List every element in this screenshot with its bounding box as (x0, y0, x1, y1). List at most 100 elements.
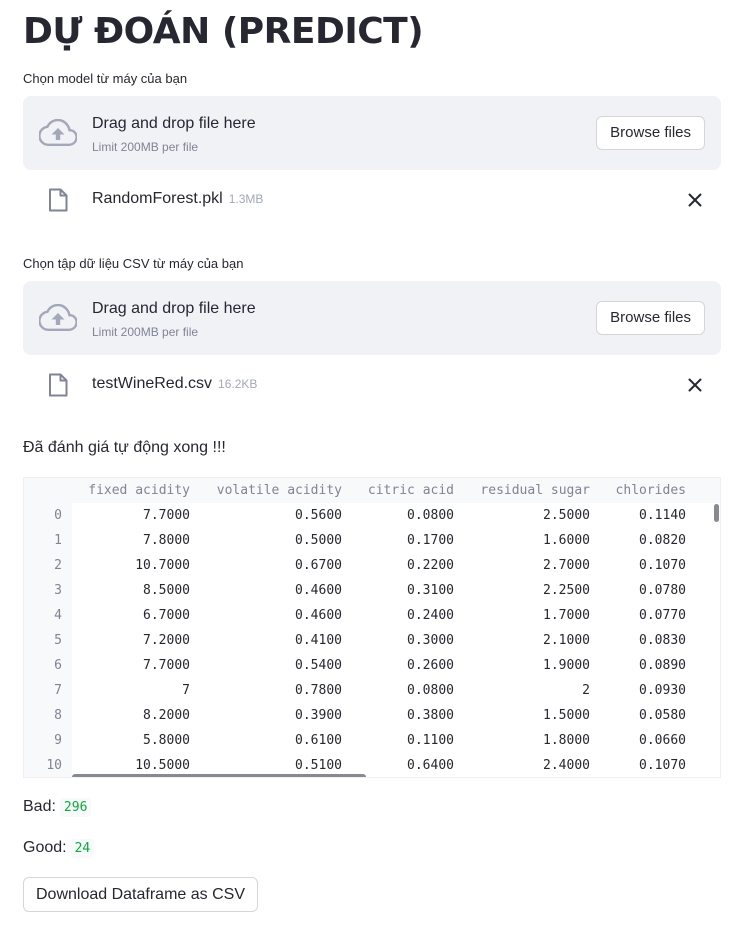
table-cell[interactable]: 0.0780 (639, 583, 686, 598)
bad-result: Bad: 296 (23, 798, 92, 817)
table-cell[interactable]: 1.6000 (543, 533, 590, 548)
table-cell[interactable]: 2.4000 (543, 758, 590, 773)
table-cell[interactable]: 0.0890 (639, 658, 686, 673)
vertical-scrollbar[interactable] (714, 504, 719, 522)
table-cell[interactable]: 0.0830 (639, 633, 686, 648)
good-result: Good: 24 (23, 839, 95, 858)
table-cell[interactable]: 10.7000 (135, 558, 190, 573)
table-index-column (24, 478, 72, 777)
table-cell[interactable]: 0.4600 (295, 608, 342, 623)
table-cell[interactable]: 0.1070 (639, 558, 686, 573)
table-cell[interactable]: 1.7000 (543, 608, 590, 623)
table-cell[interactable]: 5.8000 (143, 733, 190, 748)
table-cell[interactable]: 0.0930 (639, 683, 686, 698)
row-index: 10 (46, 758, 62, 773)
table-cell[interactable]: 0.6700 (295, 558, 342, 573)
dropzone-limit: Limit 200MB per file (92, 140, 199, 154)
close-icon[interactable] (688, 193, 702, 207)
table-cell[interactable]: 1.5000 (543, 708, 590, 723)
download-csv-button[interactable]: Download Dataframe as CSV (23, 877, 258, 912)
table-cell[interactable]: 0.1140 (639, 508, 686, 523)
dropzone-title: Drag and drop file here (92, 300, 256, 317)
table-cell[interactable]: 0.0580 (639, 708, 686, 723)
table-cell[interactable]: 0.2200 (407, 558, 454, 573)
model-dropzone[interactable]: Drag and drop file here Limit 200MB per … (23, 96, 721, 170)
table-cell[interactable]: 0.1700 (407, 533, 454, 548)
table-cell[interactable]: 0.4600 (295, 583, 342, 598)
table-cell[interactable]: 7.2000 (143, 633, 190, 648)
table-cell[interactable]: 7.8000 (143, 533, 190, 548)
uploaded-file-row: testWineRed.csv 16.2KB (23, 365, 721, 405)
file-size: 1.3MB (228, 192, 264, 206)
file-name: RandomForest.pkl (92, 190, 223, 207)
dropzone-limit: Limit 200MB per file (92, 325, 199, 339)
file-icon (49, 188, 68, 212)
table-cell[interactable]: 2.1000 (543, 633, 590, 648)
table-cell[interactable]: 2.5000 (543, 508, 590, 523)
table-cell[interactable]: 0.1070 (639, 758, 686, 773)
column-header[interactable]: volatile acidity (217, 483, 342, 498)
table-cell[interactable]: 8.5000 (143, 583, 190, 598)
table-cell[interactable]: 0.0800 (407, 508, 454, 523)
table-cell[interactable]: 0.0660 (639, 733, 686, 748)
table-cell[interactable]: 7.7000 (143, 508, 190, 523)
table-cell[interactable]: 7.7000 (143, 658, 190, 673)
bad-label: Bad: (23, 798, 56, 815)
column-header[interactable]: fixed acidity (88, 483, 190, 498)
table-cell[interactable]: 0.0820 (639, 533, 686, 548)
csv-dropzone[interactable]: Drag and drop file here Limit 200MB per … (23, 281, 721, 355)
row-index: 6 (54, 658, 62, 673)
file-size: 16.2KB (218, 377, 258, 391)
good-label: Good: (23, 839, 67, 856)
table-cell[interactable]: 0.3900 (295, 708, 342, 723)
table-cell[interactable]: 6.7000 (143, 608, 190, 623)
table-cell[interactable]: 0.6400 (407, 758, 454, 773)
table-cell[interactable]: 0.1100 (407, 733, 454, 748)
table-cell[interactable]: 0.7800 (295, 683, 342, 698)
table-cell[interactable]: 0.3000 (407, 633, 454, 648)
table-cell[interactable]: 2.2500 (543, 583, 590, 598)
table-cell[interactable]: 1.8000 (543, 733, 590, 748)
table-cell[interactable]: 0.2400 (407, 608, 454, 623)
table-cell[interactable]: 0.0770 (639, 608, 686, 623)
table-cell[interactable]: 0.3800 (407, 708, 454, 723)
table-cell[interactable]: 0.5600 (295, 508, 342, 523)
row-index: 1 (54, 533, 62, 548)
file-icon (49, 373, 68, 397)
row-index: 4 (54, 608, 62, 623)
status-message: Đã đánh giá tự động xong !!! (23, 439, 226, 456)
row-index: 9 (54, 733, 62, 748)
table-cell[interactable]: 0.5100 (295, 758, 342, 773)
table-cell[interactable]: 0.3100 (407, 583, 454, 598)
column-header[interactable]: citric acid (368, 483, 454, 498)
table-cell[interactable]: 0.2600 (407, 658, 454, 673)
table-cell[interactable]: 0.6100 (295, 733, 342, 748)
table-cell[interactable]: 0.0800 (407, 683, 454, 698)
cloud-upload-icon (39, 304, 77, 331)
row-index: 8 (54, 708, 62, 723)
browse-files-button[interactable]: Browse files (596, 116, 705, 150)
table-cell[interactable]: 7 (182, 683, 190, 698)
row-index: 3 (54, 583, 62, 598)
horizontal-scrollbar[interactable] (72, 774, 366, 777)
table-cell[interactable]: 0.5000 (295, 533, 342, 548)
dataframe-table[interactable]: fixed acidity volatile acidity citric acid… (23, 477, 721, 778)
dropzone-title: Drag and drop file here (92, 115, 256, 132)
browse-files-button[interactable]: Browse files (596, 301, 705, 335)
close-icon[interactable] (688, 378, 702, 392)
file-name: testWineRed.csv (92, 375, 213, 392)
table-cell[interactable]: 2 (582, 683, 590, 698)
csv-upload-label: Chọn tập dữ liệu CSV từ máy của bạn (23, 256, 244, 271)
table-cell[interactable]: 8.2000 (143, 708, 190, 723)
table-cell[interactable]: 0.4100 (295, 633, 342, 648)
table-cell[interactable]: 0.5400 (295, 658, 342, 673)
table-cell[interactable]: 2.7000 (543, 558, 590, 573)
column-header[interactable]: chlorides (616, 483, 686, 498)
page-title: DỰ ĐOÁN (PREDICT) (23, 11, 424, 52)
row-index: 7 (54, 683, 62, 698)
table-cell[interactable]: 1.9000 (543, 658, 590, 673)
column-header[interactable]: residual sugar (480, 483, 590, 498)
row-index: 5 (54, 633, 62, 648)
table-cell[interactable]: 10.5000 (135, 758, 190, 773)
uploaded-file-row: RandomForest.pkl 1.3MB (23, 180, 721, 220)
